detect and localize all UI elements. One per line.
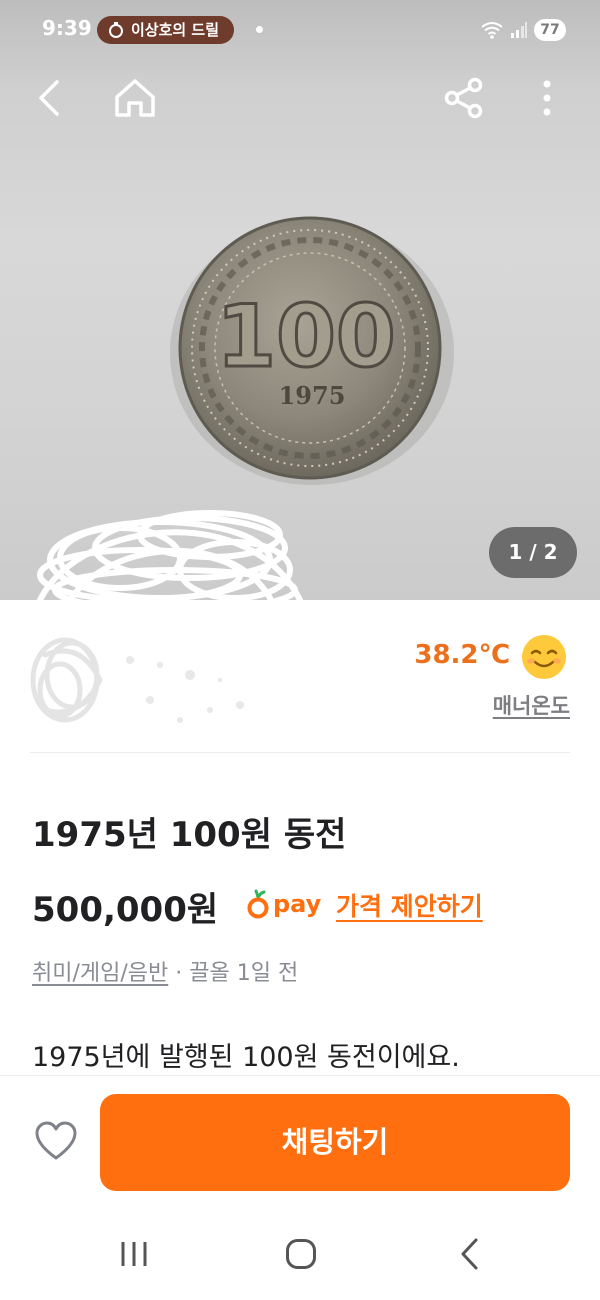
status-bar: 9:39 이상호의 드릴 77 (0, 0, 600, 60)
product-title: 1975년 100원 동전 (32, 815, 347, 855)
wifi-icon (481, 22, 503, 39)
product-description: 1975년에 발행된 100원 동전이에요. (32, 1042, 460, 1073)
share-icon (444, 77, 483, 119)
meta-separator: · (168, 961, 190, 986)
notification-dot (256, 26, 263, 33)
system-back-button[interactable] (441, 1228, 497, 1280)
drill-icon (109, 22, 123, 38)
back-button[interactable] (26, 74, 74, 122)
home-button[interactable] (111, 74, 159, 122)
privacy-scribble (37, 510, 303, 600)
system-home-icon (286, 1239, 316, 1269)
system-back-icon (461, 1238, 478, 1270)
manner-temperature-link[interactable]: 매너온도 (493, 690, 570, 720)
like-button[interactable] (34, 1120, 78, 1164)
product-meta: 취미/게임/음반 · 끌올 1일 전 (32, 955, 298, 987)
pay-label: pay (273, 890, 322, 918)
posted-time: 끌올 1일 전 (189, 961, 299, 986)
seller-profile[interactable] (0, 600, 600, 755)
pay-badge: pay (247, 886, 321, 922)
signal-icon (511, 22, 527, 38)
smile-face-icon (522, 635, 566, 679)
status-indicators: 77 (480, 18, 566, 42)
notification-pill-label: 이상호의 드릴 (131, 21, 220, 39)
notification-pill[interactable]: 이상호의 드릴 (97, 16, 234, 44)
more-options-button[interactable] (523, 74, 571, 122)
share-button[interactable] (440, 74, 488, 122)
photo-page-counter: 1 / 2 (489, 527, 577, 578)
status-time: 9:39 (42, 16, 92, 40)
price-offer-link[interactable]: 가격 제안하기 (336, 887, 483, 923)
product-price: 500,000원 (32, 890, 219, 930)
category-link[interactable]: 취미/게임/음반 (32, 961, 168, 986)
home-icon (115, 79, 155, 117)
system-home-button[interactable] (273, 1228, 329, 1280)
manner-temperature: 38.2℃ (414, 640, 510, 670)
recent-apps-icon (121, 1242, 147, 1266)
section-divider (30, 752, 570, 753)
chat-button[interactable]: 채팅하기 (100, 1094, 570, 1191)
chevron-left-icon (39, 80, 59, 116)
carrot-pay-icon (247, 889, 269, 919)
heart-outline-icon (35, 1121, 77, 1160)
seller-avatar-redacted (30, 637, 244, 723)
product-photo[interactable]: 100 1975 (0, 0, 600, 600)
battery-indicator: 77 (534, 19, 566, 41)
recent-apps-button[interactable] (106, 1228, 162, 1280)
more-vertical-icon (543, 80, 551, 116)
